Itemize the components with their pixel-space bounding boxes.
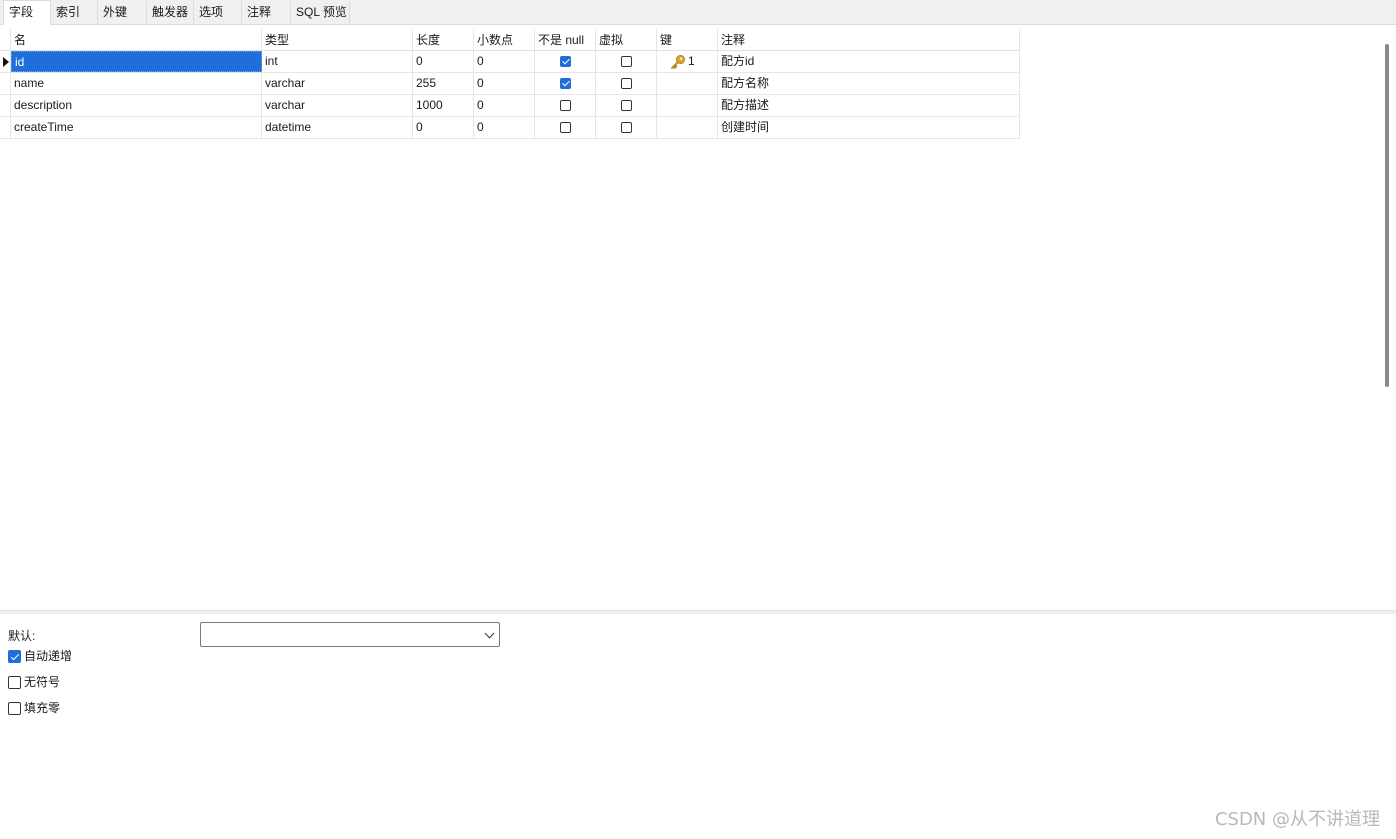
auto-increment-checkbox[interactable] bbox=[8, 650, 21, 663]
panel-splitter[interactable] bbox=[0, 610, 1396, 614]
cell-length[interactable]: 255 bbox=[413, 73, 474, 94]
cell-type[interactable]: varchar bbox=[262, 73, 413, 94]
column-header-length[interactable]: 长度 bbox=[413, 29, 474, 51]
cell-length[interactable]: 1000 bbox=[413, 95, 474, 116]
virtual-checkbox[interactable] bbox=[621, 122, 632, 133]
column-header-virtual[interactable]: 虚拟 bbox=[596, 29, 657, 51]
cell-virtual bbox=[596, 73, 657, 94]
column-header-key[interactable]: 键 bbox=[657, 29, 718, 51]
row-indicator[interactable] bbox=[0, 73, 11, 94]
cell-name[interactable]: createTime bbox=[11, 117, 262, 138]
row-indicator[interactable] bbox=[0, 51, 11, 72]
cell-type[interactable]: varchar bbox=[262, 95, 413, 116]
cell-not-null bbox=[535, 117, 596, 138]
row-indicator[interactable] bbox=[0, 95, 11, 116]
cell-not-null bbox=[535, 51, 596, 72]
primary-key-icon bbox=[671, 55, 685, 69]
column-header-comment[interactable]: 注释 bbox=[718, 29, 1020, 51]
header-row-indicator bbox=[0, 29, 11, 51]
tab-sql-preview[interactable]: SQL 预览 bbox=[291, 1, 350, 24]
virtual-checkbox[interactable] bbox=[621, 56, 632, 67]
cell-name[interactable]: id bbox=[11, 51, 262, 72]
cell-length[interactable]: 0 bbox=[413, 117, 474, 138]
grid-header: 名 类型 长度 小数点 不是 null 虚拟 键 注释 bbox=[0, 29, 1020, 51]
column-header-name[interactable]: 名 bbox=[11, 29, 262, 51]
vertical-scrollbar[interactable] bbox=[1380, 29, 1396, 611]
tab-bar: 字段 索引 外键 触发器 选项 注释 SQL 预览 bbox=[0, 0, 1396, 25]
cell-virtual bbox=[596, 51, 657, 72]
not-null-checkbox[interactable] bbox=[560, 56, 571, 67]
cell-type[interactable]: datetime bbox=[262, 117, 413, 138]
row-indicator[interactable] bbox=[0, 117, 11, 138]
column-header-not-null[interactable]: 不是 null bbox=[535, 29, 596, 51]
zerofill-label: 填充零 bbox=[24, 701, 61, 715]
chevron-down-icon bbox=[484, 628, 495, 639]
cell-length[interactable]: 0 bbox=[413, 51, 474, 72]
cell-comment[interactable]: 配方id bbox=[718, 51, 1020, 72]
virtual-checkbox[interactable] bbox=[621, 100, 632, 111]
cell-decimals[interactable]: 0 bbox=[474, 95, 535, 116]
cell-name[interactable]: description bbox=[11, 95, 262, 116]
cell-decimals[interactable]: 0 bbox=[474, 117, 535, 138]
cell-name[interactable]: name bbox=[11, 73, 262, 94]
table-row[interactable]: id int 0 0 1 配方id bbox=[0, 51, 1020, 73]
zerofill-checkbox[interactable] bbox=[8, 702, 21, 715]
unsigned-label: 无符号 bbox=[24, 675, 61, 689]
table-row[interactable]: createTime datetime 0 0 创建时间 bbox=[0, 117, 1020, 139]
virtual-checkbox[interactable] bbox=[621, 78, 632, 89]
scrollbar-thumb[interactable] bbox=[1385, 44, 1389, 387]
tab-options[interactable]: 选项 bbox=[194, 1, 242, 24]
cell-key[interactable]: 1 bbox=[657, 51, 718, 72]
default-value-select[interactable] bbox=[200, 622, 500, 647]
column-header-type[interactable]: 类型 bbox=[262, 29, 413, 51]
cell-type[interactable]: int bbox=[262, 51, 413, 72]
cell-not-null bbox=[535, 95, 596, 116]
not-null-checkbox[interactable] bbox=[560, 100, 571, 111]
not-null-checkbox[interactable] bbox=[560, 78, 571, 89]
watermark: CSDN @从不讲道理 bbox=[1214, 809, 1380, 830]
current-row-arrow-icon bbox=[3, 57, 9, 67]
cell-key[interactable] bbox=[657, 95, 718, 116]
cell-key[interactable] bbox=[657, 73, 718, 94]
cell-not-null bbox=[535, 73, 596, 94]
tab-fields[interactable]: 字段 bbox=[3, 0, 51, 25]
table-row[interactable]: description varchar 1000 0 配方描述 bbox=[0, 95, 1020, 117]
auto-increment-label: 自动递增 bbox=[24, 649, 73, 663]
cell-decimals[interactable]: 0 bbox=[474, 73, 535, 94]
tab-foreign-keys[interactable]: 外键 bbox=[98, 1, 147, 24]
cell-comment[interactable]: 创建时间 bbox=[718, 117, 1020, 138]
cell-key[interactable] bbox=[657, 117, 718, 138]
tab-indexes[interactable]: 索引 bbox=[51, 1, 98, 24]
tab-triggers[interactable]: 触发器 bbox=[147, 1, 194, 24]
table-row[interactable]: name varchar 255 0 配方名称 bbox=[0, 73, 1020, 95]
cell-comment[interactable]: 配方名称 bbox=[718, 73, 1020, 94]
key-order-label: 1 bbox=[688, 54, 695, 68]
cell-comment[interactable]: 配方描述 bbox=[718, 95, 1020, 116]
tab-comment[interactable]: 注释 bbox=[242, 1, 291, 24]
unsigned-checkbox[interactable] bbox=[8, 676, 21, 689]
cell-virtual bbox=[596, 117, 657, 138]
column-header-decimals[interactable]: 小数点 bbox=[474, 29, 535, 51]
cell-virtual bbox=[596, 95, 657, 116]
cell-decimals[interactable]: 0 bbox=[474, 51, 535, 72]
not-null-checkbox[interactable] bbox=[560, 122, 571, 133]
default-label: 默认: bbox=[8, 629, 36, 643]
